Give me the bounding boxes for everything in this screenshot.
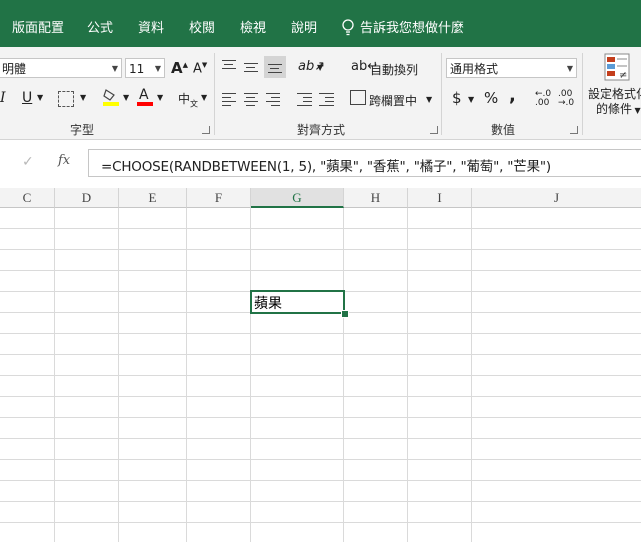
borders-icon[interactable] — [58, 91, 74, 107]
italic-button[interactable]: I — [0, 90, 6, 106]
decrease-decimal-icon[interactable]: .00 →.0 — [558, 90, 574, 108]
chevron-down-icon[interactable]: ▼ — [468, 95, 474, 104]
font-color-letter: A — [139, 87, 149, 103]
ribbon-tab-bar: 版面配置 公式 資料 校閱 檢視 說明 告訴我您想做什麼 — [0, 0, 641, 47]
enter-check-icon[interactable]: ✓ — [22, 154, 34, 170]
tab-review[interactable]: 校閱 — [189, 20, 215, 38]
bottom-align-icon — [268, 64, 282, 76]
svg-text:≠: ≠ — [619, 70, 627, 81]
column-header-c[interactable]: C — [0, 188, 55, 208]
tab-view[interactable]: 檢視 — [240, 20, 266, 38]
formula-text: =CHOOSE(RANDBETWEEN(1, 5), "蘋果", "香蕉", "… — [101, 159, 551, 175]
chevron-down-icon: ▼ — [154, 64, 161, 73]
alignment-group-label: 對齊方式 — [297, 123, 346, 137]
chevron-down-icon[interactable]: ▼ — [426, 95, 432, 104]
chevron-down-icon[interactable]: ▼ — [37, 93, 43, 102]
column-header-h[interactable]: H — [344, 188, 408, 208]
font-size-value: 11 — [129, 62, 145, 76]
shrink-font-button[interactable]: A▼ — [193, 61, 207, 76]
merge-center-icon[interactable] — [350, 90, 366, 105]
font-name-dropdown[interactable]: 明體 ▼ — [0, 58, 122, 78]
comma-style-button[interactable]: , — [509, 85, 516, 106]
font-group-label: 字型 — [70, 123, 95, 137]
column-header-j[interactable]: J — [472, 188, 641, 208]
column-header-d[interactable]: D — [55, 188, 119, 208]
phonetic-guide-button[interactable]: 中文 — [178, 90, 198, 109]
underline-label: U — [22, 90, 33, 106]
conditional-formatting-label-2[interactable]: 的條件 ▼ — [596, 100, 641, 117]
group-divider — [214, 53, 215, 135]
column-header-f[interactable]: F — [187, 188, 251, 208]
chevron-down-icon[interactable]: ▼ — [80, 93, 86, 102]
alignment-dialog-launcher-icon[interactable] — [430, 126, 438, 134]
align-center-icon[interactable] — [244, 93, 258, 109]
tab-formulas[interactable]: 公式 — [87, 20, 113, 38]
underline-button[interactable]: U — [22, 90, 32, 106]
font-name-value: 明體 — [2, 62, 27, 76]
font-size-dropdown[interactable]: 11 ▼ — [125, 58, 165, 78]
column-header-i[interactable]: I — [408, 188, 472, 208]
bottom-align-button[interactable] — [264, 56, 286, 78]
fill-handle[interactable] — [341, 310, 349, 318]
chevron-down-icon[interactable]: ▼ — [157, 93, 163, 102]
number-format-value: 通用格式 — [450, 62, 499, 76]
conditional-formatting-label-2-text: 的條件 — [596, 102, 633, 116]
increase-decimal-icon[interactable]: ←.0.00 — [535, 90, 551, 108]
lightbulb-icon[interactable] — [341, 18, 355, 38]
tab-data[interactable]: 資料 — [138, 20, 164, 38]
ribbon: 明體 ▼ 11 ▼ A▲ A▼ I U ▼ ▼ ▼ A ▼ 中文 ▼ 字型 ab… — [0, 47, 641, 140]
number-group-label: 數值 — [491, 123, 516, 137]
tab-help[interactable]: 說明 — [291, 20, 317, 38]
number-dialog-launcher-icon[interactable] — [570, 126, 578, 134]
worksheet-grid[interactable] — [0, 208, 641, 542]
chevron-down-icon: ▼ — [566, 64, 573, 73]
phonetic-sub-char: 文 — [190, 99, 199, 109]
percent-button[interactable]: % — [484, 89, 498, 107]
group-divider — [441, 53, 442, 135]
tab-page-layout[interactable]: 版面配置 — [12, 20, 64, 38]
font-dialog-launcher-icon[interactable] — [202, 126, 210, 134]
conditional-formatting-icon[interactable]: ≠ — [604, 53, 630, 81]
tell-me-search[interactable]: 告訴我您想做什麼 — [360, 20, 464, 38]
decrease-indent-icon[interactable] — [297, 93, 312, 109]
align-right-icon[interactable] — [266, 93, 280, 109]
shrink-font-label: A — [193, 61, 202, 77]
chevron-down-icon[interactable]: ▼ — [317, 63, 323, 72]
grow-font-button[interactable]: A▲ — [171, 59, 188, 77]
fill-color-icon[interactable] — [102, 87, 120, 107]
chevron-down-icon[interactable]: ▼ — [123, 93, 129, 102]
font-color-icon[interactable]: A — [137, 87, 153, 107]
merge-center-button[interactable]: 跨欄置中 — [369, 92, 417, 109]
top-align-icon[interactable] — [222, 60, 236, 72]
phonetic-char: 中 — [178, 92, 191, 106]
increase-indent-icon[interactable] — [319, 93, 334, 109]
grow-font-label: A — [171, 59, 183, 77]
group-divider — [582, 53, 583, 135]
wrap-text-button[interactable]: 自動換列 — [370, 61, 418, 78]
currency-button[interactable]: $ — [452, 89, 462, 107]
number-format-dropdown[interactable]: 通用格式 ▼ — [446, 58, 577, 78]
column-header-e[interactable]: E — [119, 188, 187, 208]
chevron-down-icon: ▼ — [111, 64, 118, 73]
active-cell-value: 蘋果 — [254, 296, 282, 312]
insert-function-button[interactable]: fx — [58, 153, 70, 168]
middle-align-icon[interactable] — [244, 63, 258, 75]
chevron-down-icon[interactable]: ▼ — [201, 93, 207, 102]
column-header-g[interactable]: G — [251, 188, 344, 208]
align-left-icon[interactable] — [222, 93, 236, 109]
